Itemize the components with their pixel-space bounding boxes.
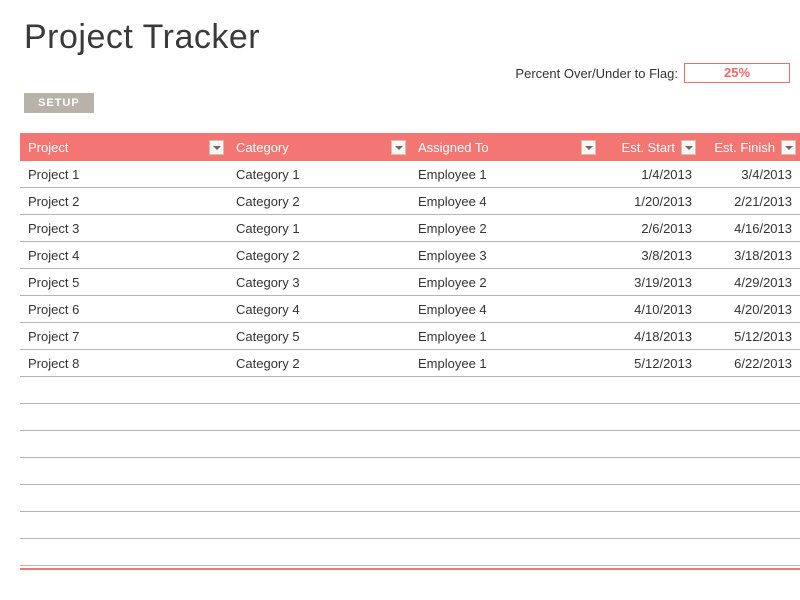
empty-row[interactable] bbox=[20, 404, 800, 431]
page-title: Project Tracker bbox=[0, 0, 800, 57]
cell-assigned[interactable]: Employee 4 bbox=[410, 302, 600, 317]
table-row[interactable]: Project 7Category 5Employee 14/18/20135/… bbox=[20, 323, 800, 350]
table-row[interactable]: Project 2Category 2Employee 41/20/20132/… bbox=[20, 188, 800, 215]
cell-est-finish[interactable]: 3/4/2013 bbox=[700, 167, 800, 182]
cell-est-start[interactable]: 4/18/2013 bbox=[600, 329, 700, 344]
table-row[interactable]: Project 8Category 2Employee 15/12/20136/… bbox=[20, 350, 800, 377]
cell-project[interactable]: Project 1 bbox=[20, 167, 228, 182]
cell-project[interactable]: Project 2 bbox=[20, 194, 228, 209]
column-label: Category bbox=[236, 140, 289, 155]
empty-row[interactable] bbox=[20, 512, 800, 539]
cell-est-finish[interactable]: 4/16/2013 bbox=[700, 221, 800, 236]
empty-row[interactable] bbox=[20, 539, 800, 566]
cell-est-finish[interactable]: 4/20/2013 bbox=[700, 302, 800, 317]
cell-assigned[interactable]: Employee 4 bbox=[410, 194, 600, 209]
table-row[interactable]: Project 5Category 3Employee 23/19/20134/… bbox=[20, 269, 800, 296]
empty-row[interactable] bbox=[20, 377, 800, 404]
cell-est-start[interactable]: 1/4/2013 bbox=[600, 167, 700, 182]
cell-est-finish[interactable]: 6/22/2013 bbox=[700, 356, 800, 371]
column-header-category[interactable]: Category bbox=[228, 133, 410, 161]
flag-row: Percent Over/Under to Flag: 25% bbox=[0, 57, 800, 83]
cell-project[interactable]: Project 6 bbox=[20, 302, 228, 317]
cell-assigned[interactable]: Employee 1 bbox=[410, 329, 600, 344]
cell-assigned[interactable]: Employee 2 bbox=[410, 221, 600, 236]
cell-category[interactable]: Category 3 bbox=[228, 275, 410, 290]
cell-project[interactable]: Project 5 bbox=[20, 275, 228, 290]
cell-assigned[interactable]: Employee 1 bbox=[410, 356, 600, 371]
project-table: Project Category Assigned To Est. Start … bbox=[20, 133, 800, 570]
cell-est-start[interactable]: 1/20/2013 bbox=[600, 194, 700, 209]
cell-category[interactable]: Category 1 bbox=[228, 221, 410, 236]
cell-category[interactable]: Category 5 bbox=[228, 329, 410, 344]
empty-row[interactable] bbox=[20, 485, 800, 512]
cell-category[interactable]: Category 4 bbox=[228, 302, 410, 317]
column-label: Assigned To bbox=[418, 140, 489, 155]
column-label: Est. Finish bbox=[708, 140, 775, 155]
table-bottom-border bbox=[20, 568, 800, 570]
column-header-est-finish[interactable]: Est. Finish bbox=[700, 133, 800, 161]
cell-category[interactable]: Category 1 bbox=[228, 167, 410, 182]
cell-est-start[interactable]: 3/8/2013 bbox=[600, 248, 700, 263]
flag-value-input[interactable]: 25% bbox=[684, 63, 790, 83]
flag-label: Percent Over/Under to Flag: bbox=[515, 66, 678, 81]
cell-project[interactable]: Project 3 bbox=[20, 221, 228, 236]
cell-project[interactable]: Project 8 bbox=[20, 356, 228, 371]
empty-row[interactable] bbox=[20, 431, 800, 458]
cell-est-start[interactable]: 3/19/2013 bbox=[600, 275, 700, 290]
column-label: Project bbox=[28, 140, 68, 155]
cell-est-finish[interactable]: 5/12/2013 bbox=[700, 329, 800, 344]
column-header-est-start[interactable]: Est. Start bbox=[600, 133, 700, 161]
setup-button[interactable]: SETUP bbox=[24, 93, 94, 113]
cell-category[interactable]: Category 2 bbox=[228, 248, 410, 263]
column-label: Est. Start bbox=[608, 140, 675, 155]
column-header-project[interactable]: Project bbox=[20, 133, 228, 161]
cell-est-start[interactable]: 5/12/2013 bbox=[600, 356, 700, 371]
column-header-assigned[interactable]: Assigned To bbox=[410, 133, 600, 161]
table-row[interactable]: Project 4Category 2Employee 33/8/20133/1… bbox=[20, 242, 800, 269]
filter-dropdown-icon[interactable] bbox=[391, 140, 406, 155]
table-row[interactable]: Project 6Category 4Employee 44/10/20134/… bbox=[20, 296, 800, 323]
cell-est-start[interactable]: 2/6/2013 bbox=[600, 221, 700, 236]
table-row[interactable]: Project 3Category 1Employee 22/6/20134/1… bbox=[20, 215, 800, 242]
table-row[interactable]: Project 1Category 1Employee 11/4/20133/4… bbox=[20, 161, 800, 188]
cell-assigned[interactable]: Employee 1 bbox=[410, 167, 600, 182]
cell-est-finish[interactable]: 2/21/2013 bbox=[700, 194, 800, 209]
table-header-row: Project Category Assigned To Est. Start … bbox=[20, 133, 800, 161]
cell-assigned[interactable]: Employee 3 bbox=[410, 248, 600, 263]
cell-assigned[interactable]: Employee 2 bbox=[410, 275, 600, 290]
cell-project[interactable]: Project 7 bbox=[20, 329, 228, 344]
filter-dropdown-icon[interactable] bbox=[781, 140, 796, 155]
cell-category[interactable]: Category 2 bbox=[228, 356, 410, 371]
filter-dropdown-icon[interactable] bbox=[209, 140, 224, 155]
filter-dropdown-icon[interactable] bbox=[581, 140, 596, 155]
cell-est-finish[interactable]: 4/29/2013 bbox=[700, 275, 800, 290]
cell-est-finish[interactable]: 3/18/2013 bbox=[700, 248, 800, 263]
cell-est-start[interactable]: 4/10/2013 bbox=[600, 302, 700, 317]
empty-row[interactable] bbox=[20, 458, 800, 485]
cell-category[interactable]: Category 2 bbox=[228, 194, 410, 209]
cell-project[interactable]: Project 4 bbox=[20, 248, 228, 263]
filter-dropdown-icon[interactable] bbox=[681, 140, 696, 155]
